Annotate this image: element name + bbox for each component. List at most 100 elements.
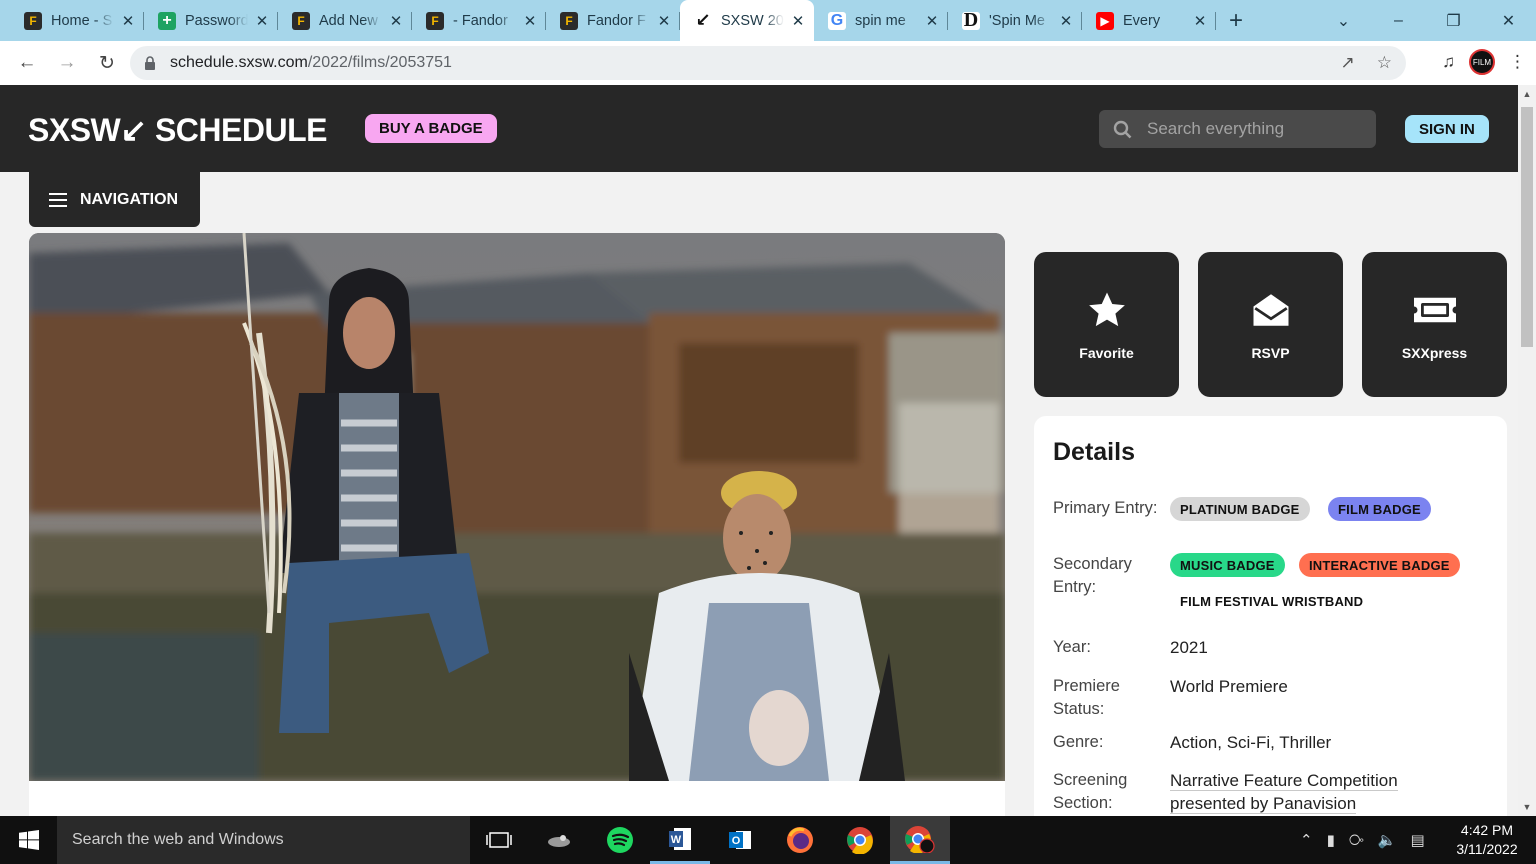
notifications-icon[interactable]: ▤	[1411, 831, 1425, 849]
browser-tab[interactable]: Gspin me ✕	[814, 0, 948, 41]
new-tab-button[interactable]: +	[1216, 0, 1256, 41]
secondary-entry-badge[interactable]: FILM FESTIVAL WRISTBAND	[1170, 589, 1374, 613]
close-tab-icon[interactable]: ✕	[120, 12, 136, 30]
restore-button[interactable]: ❐	[1426, 11, 1481, 31]
tab-list: F Home - S ✕ + Passwords ✕ F Add New ✕ F - Fandor ✕…	[0, 0, 1216, 41]
page-scrollbar[interactable]: ▲ ▼	[1518, 85, 1536, 816]
task-view-icon[interactable]	[469, 816, 529, 864]
close-tab-icon[interactable]: ✕	[522, 12, 538, 30]
tab-title: Every	[1123, 12, 1161, 29]
close-tab-icon[interactable]: ✕	[1192, 12, 1208, 30]
screening-section-line2[interactable]: presented by Panavision	[1170, 794, 1357, 814]
secondary-entry-label: Secondary Entry:	[1053, 555, 1132, 596]
battery-icon[interactable]: ▮	[1327, 831, 1335, 849]
bookmark-star-icon[interactable]: ☆	[1377, 53, 1392, 73]
close-tab-icon[interactable]: ✕	[388, 12, 404, 30]
site-search-input[interactable]: Search everything	[1099, 110, 1376, 148]
firefox-icon[interactable]	[770, 816, 830, 864]
forward-button[interactable]: →	[48, 52, 86, 75]
close-tab-icon[interactable]: ✕	[254, 12, 270, 30]
window-controls: ⌄ – ❐ ✕	[1316, 0, 1536, 41]
sxsw-icon: ↙	[695, 10, 711, 30]
browser-tab[interactable]: F Home - S ✕	[10, 0, 144, 41]
film-hero-image	[29, 233, 1005, 781]
tab-title: 'Spin Me	[989, 12, 1045, 29]
close-tab-icon[interactable]: ✕	[790, 12, 806, 30]
minimize-button[interactable]: –	[1371, 12, 1426, 30]
year-label: Year:	[1053, 638, 1091, 656]
close-tab-icon[interactable]: ✕	[656, 12, 672, 30]
scroll-down-arrow[interactable]: ▼	[1518, 798, 1536, 816]
close-tab-icon[interactable]: ✕	[1058, 12, 1074, 30]
ticket-icon	[1413, 297, 1456, 322]
profile-avatar[interactable]: FILM	[1469, 49, 1495, 75]
close-window-button[interactable]: ✕	[1481, 11, 1536, 31]
navigation-toggle[interactable]: NAVIGATION	[29, 172, 200, 227]
buy-a-badge-button[interactable]: BUY A BADGE	[365, 114, 497, 143]
secondary-entry-badge[interactable]: INTERACTIVE BADGE	[1299, 553, 1460, 577]
fandor-icon: F	[426, 11, 444, 30]
back-button[interactable]: ←	[8, 52, 46, 75]
favorite-label: Favorite	[1079, 344, 1134, 361]
tab-title: Home - S	[51, 12, 113, 29]
tray-chevron-icon[interactable]: ⌃	[1300, 831, 1313, 849]
browser-tab[interactable]: F Add New ✕	[278, 0, 412, 41]
deadline-icon: D	[962, 9, 980, 31]
site-header: SXSW↙ SCHEDULE BUY A BADGE Search everyt…	[0, 85, 1518, 172]
tab-title: Passwords	[185, 12, 248, 29]
browser-tab[interactable]: ↙ SXSW 20 ✕	[680, 0, 814, 41]
svg-text:W: W	[671, 834, 682, 846]
close-tab-icon[interactable]: ✕	[924, 12, 940, 30]
word-icon[interactable]: W	[650, 816, 710, 864]
tab-strip: F Home - S ✕ + Passwords ✕ F Add New ✕ F - Fandor ✕…	[0, 0, 1536, 41]
clock-time: 4:42 PM	[1460, 822, 1514, 838]
spotify-icon[interactable]	[590, 816, 650, 864]
tab-title: Add New	[319, 12, 378, 29]
volume-icon[interactable]: 🔈	[1378, 831, 1397, 849]
browser-tab[interactable]: ▶ Every ✕	[1082, 0, 1216, 41]
screening-section-link[interactable]: Narrative Feature Competition presented …	[1170, 769, 1398, 815]
menu-icon[interactable]: ⋮	[1509, 52, 1526, 72]
app-icon-generic[interactable]	[529, 816, 589, 864]
sxsw-schedule-logo[interactable]: SXSW↙ SCHEDULE	[28, 111, 327, 149]
reload-button[interactable]: ↻	[88, 52, 126, 75]
secondary-entry-badge[interactable]: MUSIC BADGE	[1170, 553, 1285, 577]
youtube-icon: ▶	[1096, 11, 1114, 30]
sheets-icon: +	[158, 11, 176, 30]
scroll-up-arrow[interactable]: ▲	[1518, 85, 1536, 103]
sxxpress-button[interactable]: SXXpress	[1362, 252, 1507, 397]
sign-in-button[interactable]: SIGN IN	[1405, 115, 1489, 143]
hamburger-icon	[49, 192, 67, 207]
address-bar[interactable]: schedule.sxsw.com/2022/films/2053751 ↗ ☆	[130, 46, 1406, 80]
media-control-icon[interactable]: ♫	[1442, 52, 1455, 72]
premiere-status-value: World Premiere	[1170, 677, 1288, 696]
browser-tab[interactable]: D 'Spin Me ✕	[948, 0, 1082, 41]
primary-entry-badge[interactable]: PLATINUM BADGE	[1170, 497, 1310, 521]
rsvp-label: RSVP	[1251, 344, 1290, 361]
browser-tab[interactable]: + Passwords ✕	[144, 0, 278, 41]
start-button[interactable]	[0, 816, 57, 864]
browser-tab[interactable]: F - Fandor ✕	[412, 0, 546, 41]
scrollbar-thumb[interactable]	[1521, 107, 1533, 347]
share-icon[interactable]: ↗	[1341, 53, 1355, 73]
genre-label: Genre:	[1053, 733, 1104, 751]
search-icon	[1113, 120, 1132, 139]
chrome-icon[interactable]	[830, 816, 890, 864]
taskbar-search-box[interactable]: Search the web and Windows	[57, 816, 470, 864]
wifi-icon[interactable]: ⧂	[1349, 832, 1364, 849]
outlook-icon[interactable]: O	[710, 816, 770, 864]
navigation-label: NAVIGATION	[80, 190, 179, 208]
primary-entry-badge[interactable]: FILM BADGE	[1328, 497, 1431, 521]
tab-title: SXSW 20	[721, 12, 784, 29]
browser-tab[interactable]: F Fandor F ✕	[546, 0, 680, 41]
fandor-icon: F	[292, 11, 310, 30]
tab-search-icon[interactable]: ⌄	[1316, 11, 1371, 31]
rsvp-button[interactable]: RSVP	[1198, 252, 1343, 397]
lock-icon	[144, 56, 156, 70]
favorite-button[interactable]: Favorite	[1034, 252, 1179, 397]
chrome-profile-icon[interactable]	[890, 816, 950, 864]
fandor-icon: F	[560, 11, 578, 30]
screening-section-line1[interactable]: Narrative Feature Competition	[1170, 771, 1398, 791]
film-still-illustration	[29, 233, 1005, 781]
taskbar-clock[interactable]: 4:42 PM 3/11/2022	[1447, 821, 1527, 859]
